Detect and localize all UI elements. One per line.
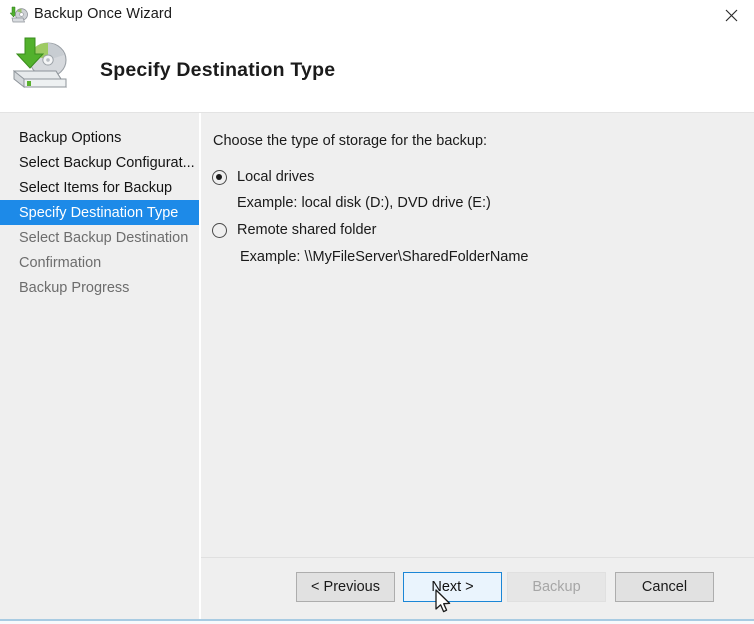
sidebar-item-select-items-for-backup[interactable]: Select Items for Backup xyxy=(0,175,199,200)
sidebar-item-confirmation[interactable]: Confirmation xyxy=(0,250,199,275)
radio-remote-shared-folder-indicator[interactable] xyxy=(212,222,227,238)
sidebar-item-label: Select Items for Backup xyxy=(19,179,173,196)
radio-option-local-drives[interactable]: Local drives xyxy=(212,169,314,185)
sidebar-item-label: Backup Options xyxy=(19,129,122,146)
previous-button[interactable]: < Previous xyxy=(296,572,395,602)
sidebar-item-specify-destination-type[interactable]: Specify Destination Type xyxy=(0,200,199,225)
wizard-footer: < Previous Next > Backup Cancel xyxy=(201,558,754,619)
wizard-body: Backup Options Select Backup Configurat.… xyxy=(0,113,754,619)
main-content: Choose the type of storage for the backu… xyxy=(201,113,754,557)
wizard-step-list: Backup Options Select Backup Configurat.… xyxy=(0,113,199,619)
backup-once-wizard-window: Backup Once Wizard Specify Destination T… xyxy=(0,0,754,624)
sidebar-item-label: Backup Progress xyxy=(19,279,130,296)
cancel-button[interactable]: Cancel xyxy=(615,572,714,602)
sidebar-item-label: Specify Destination Type xyxy=(19,204,179,221)
radio-local-drives-label: Local drives xyxy=(237,169,315,185)
sidebar-item-label: Select Backup Destination xyxy=(19,229,189,246)
radio-option-remote-shared-folder[interactable]: Remote shared folder xyxy=(212,222,376,238)
local-drives-example-text: Example: local disk (D:), DVD drive (E:) xyxy=(237,195,491,211)
window-title: Backup Once Wizard xyxy=(34,6,172,22)
wizard-header: Specify Destination Type xyxy=(0,31,754,113)
page-title: Specify Destination Type xyxy=(100,59,336,81)
backup-wizard-icon xyxy=(9,6,29,24)
backup-to-disk-icon xyxy=(8,35,72,95)
sidebar-item-label: Confirmation xyxy=(19,254,102,271)
title-bar: Backup Once Wizard xyxy=(0,0,754,31)
sidebar-item-backup-options[interactable]: Backup Options xyxy=(0,125,199,150)
sidebar-item-label: Select Backup Configurat... xyxy=(19,154,195,171)
remote-shared-folder-example-text: Example: \\MyFileServer\SharedFolderName xyxy=(240,249,529,265)
next-button[interactable]: Next > xyxy=(403,572,502,602)
sidebar-item-select-backup-configuration[interactable]: Select Backup Configurat... xyxy=(0,150,199,175)
close-icon[interactable] xyxy=(708,0,754,31)
radio-remote-shared-folder-label: Remote shared folder xyxy=(237,222,377,238)
backup-button: Backup xyxy=(507,572,606,602)
radio-local-drives-indicator[interactable] xyxy=(212,169,227,185)
prompt-text: Choose the type of storage for the backu… xyxy=(213,133,488,149)
sidebar-item-select-backup-destination[interactable]: Select Backup Destination xyxy=(0,225,199,250)
sidebar-item-backup-progress[interactable]: Backup Progress xyxy=(0,275,199,300)
